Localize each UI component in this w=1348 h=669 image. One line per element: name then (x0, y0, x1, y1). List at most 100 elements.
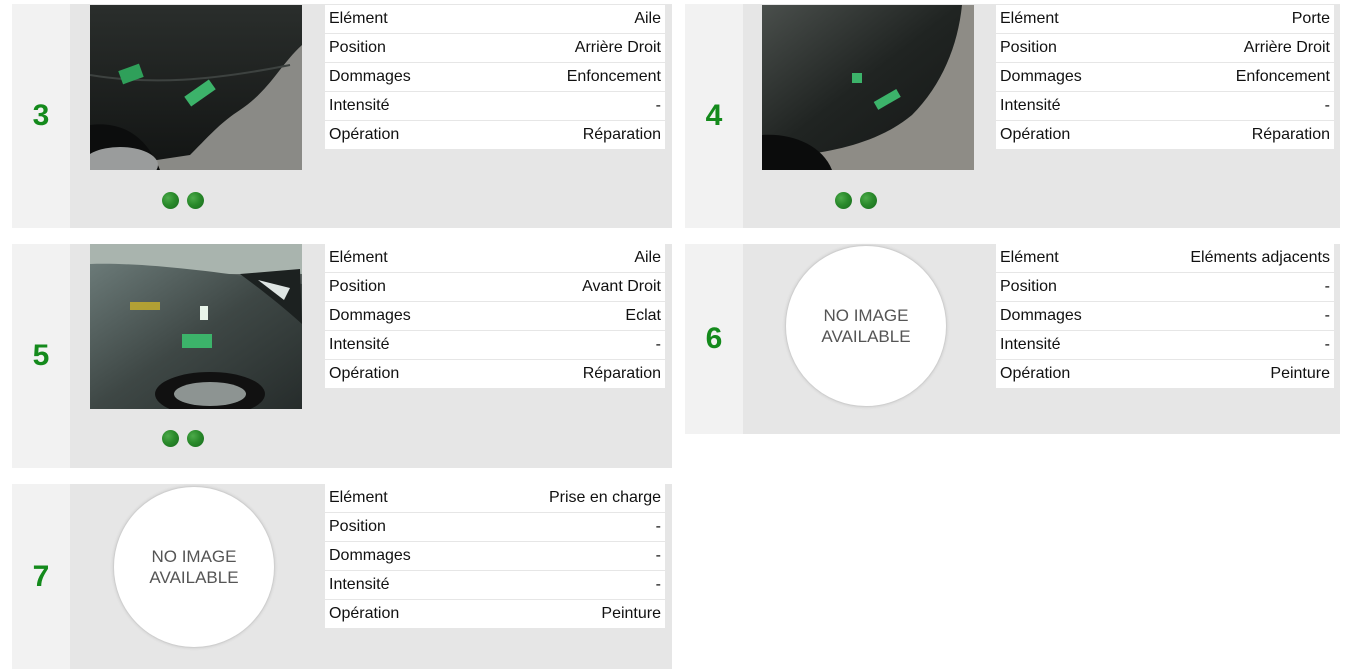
detail-value: Enfoncement (1235, 68, 1330, 85)
detail-row: Elément Aile (325, 244, 665, 273)
detail-label: Dommages (329, 307, 411, 324)
pager-dot[interactable] (187, 192, 204, 209)
detail-value: - (1324, 307, 1330, 324)
damage-card-3: 3 Elément Aile Position Arrière Droit Do… (12, 4, 672, 228)
detail-label: Opération (329, 365, 400, 382)
detail-row: Intensité - (996, 331, 1334, 360)
pager-dot[interactable] (187, 430, 204, 447)
detail-row: Position - (996, 273, 1334, 302)
damage-details-table: Elément Aile Position Avant Droit Dommages… (325, 244, 665, 389)
card-number-column: 6 (685, 244, 743, 434)
detail-label: Opération (329, 605, 400, 622)
detail-value: - (655, 518, 661, 535)
detail-value: - (1324, 97, 1330, 114)
photo-pager (162, 192, 204, 209)
no-image-placeholder: NO IMAGE AVAILABLE (113, 486, 275, 648)
card-number: 3 (32, 99, 50, 132)
card-number-column: 7 (12, 484, 70, 669)
damage-photo[interactable] (762, 5, 974, 170)
no-image-text: NO IMAGE AVAILABLE (149, 547, 239, 587)
damage-card-5: 5 Elément Aile Position Avant Droit Domm… (12, 244, 672, 468)
detail-value: Porte (1291, 10, 1330, 27)
detail-label: Dommages (329, 68, 411, 85)
detail-row: Opération Réparation (325, 360, 665, 389)
detail-row: Intensité - (325, 92, 665, 121)
photo-pager (162, 430, 204, 447)
detail-label: Intensité (1000, 97, 1061, 114)
detail-value: Avant Droit (582, 278, 661, 295)
detail-value: - (1324, 336, 1330, 353)
detail-label: Dommages (1000, 68, 1082, 85)
card-number-column: 4 (685, 4, 743, 228)
card-number-column: 3 (12, 4, 70, 228)
damage-details-table: Elément Prise en charge Position - Dommage… (325, 484, 665, 629)
detail-row: Position Arrière Droit (996, 34, 1334, 63)
card-number: 4 (705, 99, 723, 132)
detail-row: Opération Réparation (996, 121, 1334, 150)
detail-value: Aile (634, 10, 661, 27)
detail-label: Elément (1000, 10, 1059, 27)
card-number: 6 (705, 322, 723, 355)
card-number: 7 (32, 559, 50, 593)
detail-row: Position Avant Droit (325, 273, 665, 302)
pager-dot[interactable] (835, 192, 852, 209)
detail-label: Position (329, 518, 386, 535)
detail-row: Intensité - (325, 571, 665, 600)
no-image-placeholder: NO IMAGE AVAILABLE (785, 245, 947, 407)
pager-dot[interactable] (162, 430, 179, 447)
detail-label: Opération (1000, 365, 1071, 382)
detail-row: Elément Eléments adjacents (996, 244, 1334, 273)
pager-dot[interactable] (860, 192, 877, 209)
detail-value: Enfoncement (566, 68, 661, 85)
detail-label: Position (329, 39, 386, 56)
no-image-text: NO IMAGE AVAILABLE (821, 306, 911, 346)
detail-row: Dommages - (325, 542, 665, 571)
detail-value: - (655, 576, 661, 593)
detail-label: Elément (329, 249, 388, 266)
detail-row: Intensité - (996, 92, 1334, 121)
damage-card-4: 4 Elément Porte Position Arrière Droit D… (685, 4, 1340, 228)
detail-row: Dommages Enfoncement (996, 63, 1334, 92)
detail-row: Dommages Eclat (325, 302, 665, 331)
detail-value: Arrière Droit (1243, 39, 1330, 56)
detail-label: Opération (1000, 126, 1071, 143)
detail-label: Intensité (329, 97, 390, 114)
damage-details-table: Elément Porte Position Arrière Droit Domma… (996, 5, 1334, 150)
detail-row: Position Arrière Droit (325, 34, 665, 63)
damage-details-table: Elément Aile Position Arrière Droit Dommag… (325, 5, 665, 150)
detail-value: Eclat (625, 307, 661, 324)
detail-row: Intensité - (325, 331, 665, 360)
detail-value: Aile (634, 249, 661, 266)
detail-label: Intensité (329, 576, 390, 593)
card-number: 5 (32, 339, 50, 372)
detail-label: Intensité (329, 336, 390, 353)
detail-value: - (655, 97, 661, 114)
photo-pager (835, 192, 877, 209)
detail-row: Dommages Enfoncement (325, 63, 665, 92)
detail-value: Réparation (582, 126, 661, 143)
detail-label: Elément (329, 489, 388, 506)
detail-label: Position (329, 278, 386, 295)
damage-report: 3 Elément Aile Position Arrière Droit Do… (0, 0, 1348, 669)
detail-value: Peinture (601, 605, 661, 622)
detail-value: - (655, 547, 661, 564)
detail-label: Position (1000, 278, 1057, 295)
detail-label: Position (1000, 39, 1057, 56)
damage-photo[interactable] (90, 244, 302, 409)
detail-row: Opération Peinture (325, 600, 665, 629)
detail-value: Prise en charge (548, 489, 661, 506)
detail-label: Elément (329, 10, 388, 27)
detail-row: Position - (325, 513, 665, 542)
detail-value: Eléments adjacents (1190, 249, 1330, 266)
detail-value: Réparation (582, 365, 661, 382)
damage-photo[interactable] (90, 5, 302, 170)
detail-label: Dommages (1000, 307, 1082, 324)
detail-row: Elément Aile (325, 5, 665, 34)
detail-row: Elément Prise en charge (325, 484, 665, 513)
detail-row: Elément Porte (996, 5, 1334, 34)
damage-card-6: 6 NO IMAGE AVAILABLE Elément Eléments adj… (685, 244, 1340, 434)
detail-value: Peinture (1270, 365, 1330, 382)
detail-label: Intensité (1000, 336, 1061, 353)
pager-dot[interactable] (162, 192, 179, 209)
detail-value: - (655, 336, 661, 353)
